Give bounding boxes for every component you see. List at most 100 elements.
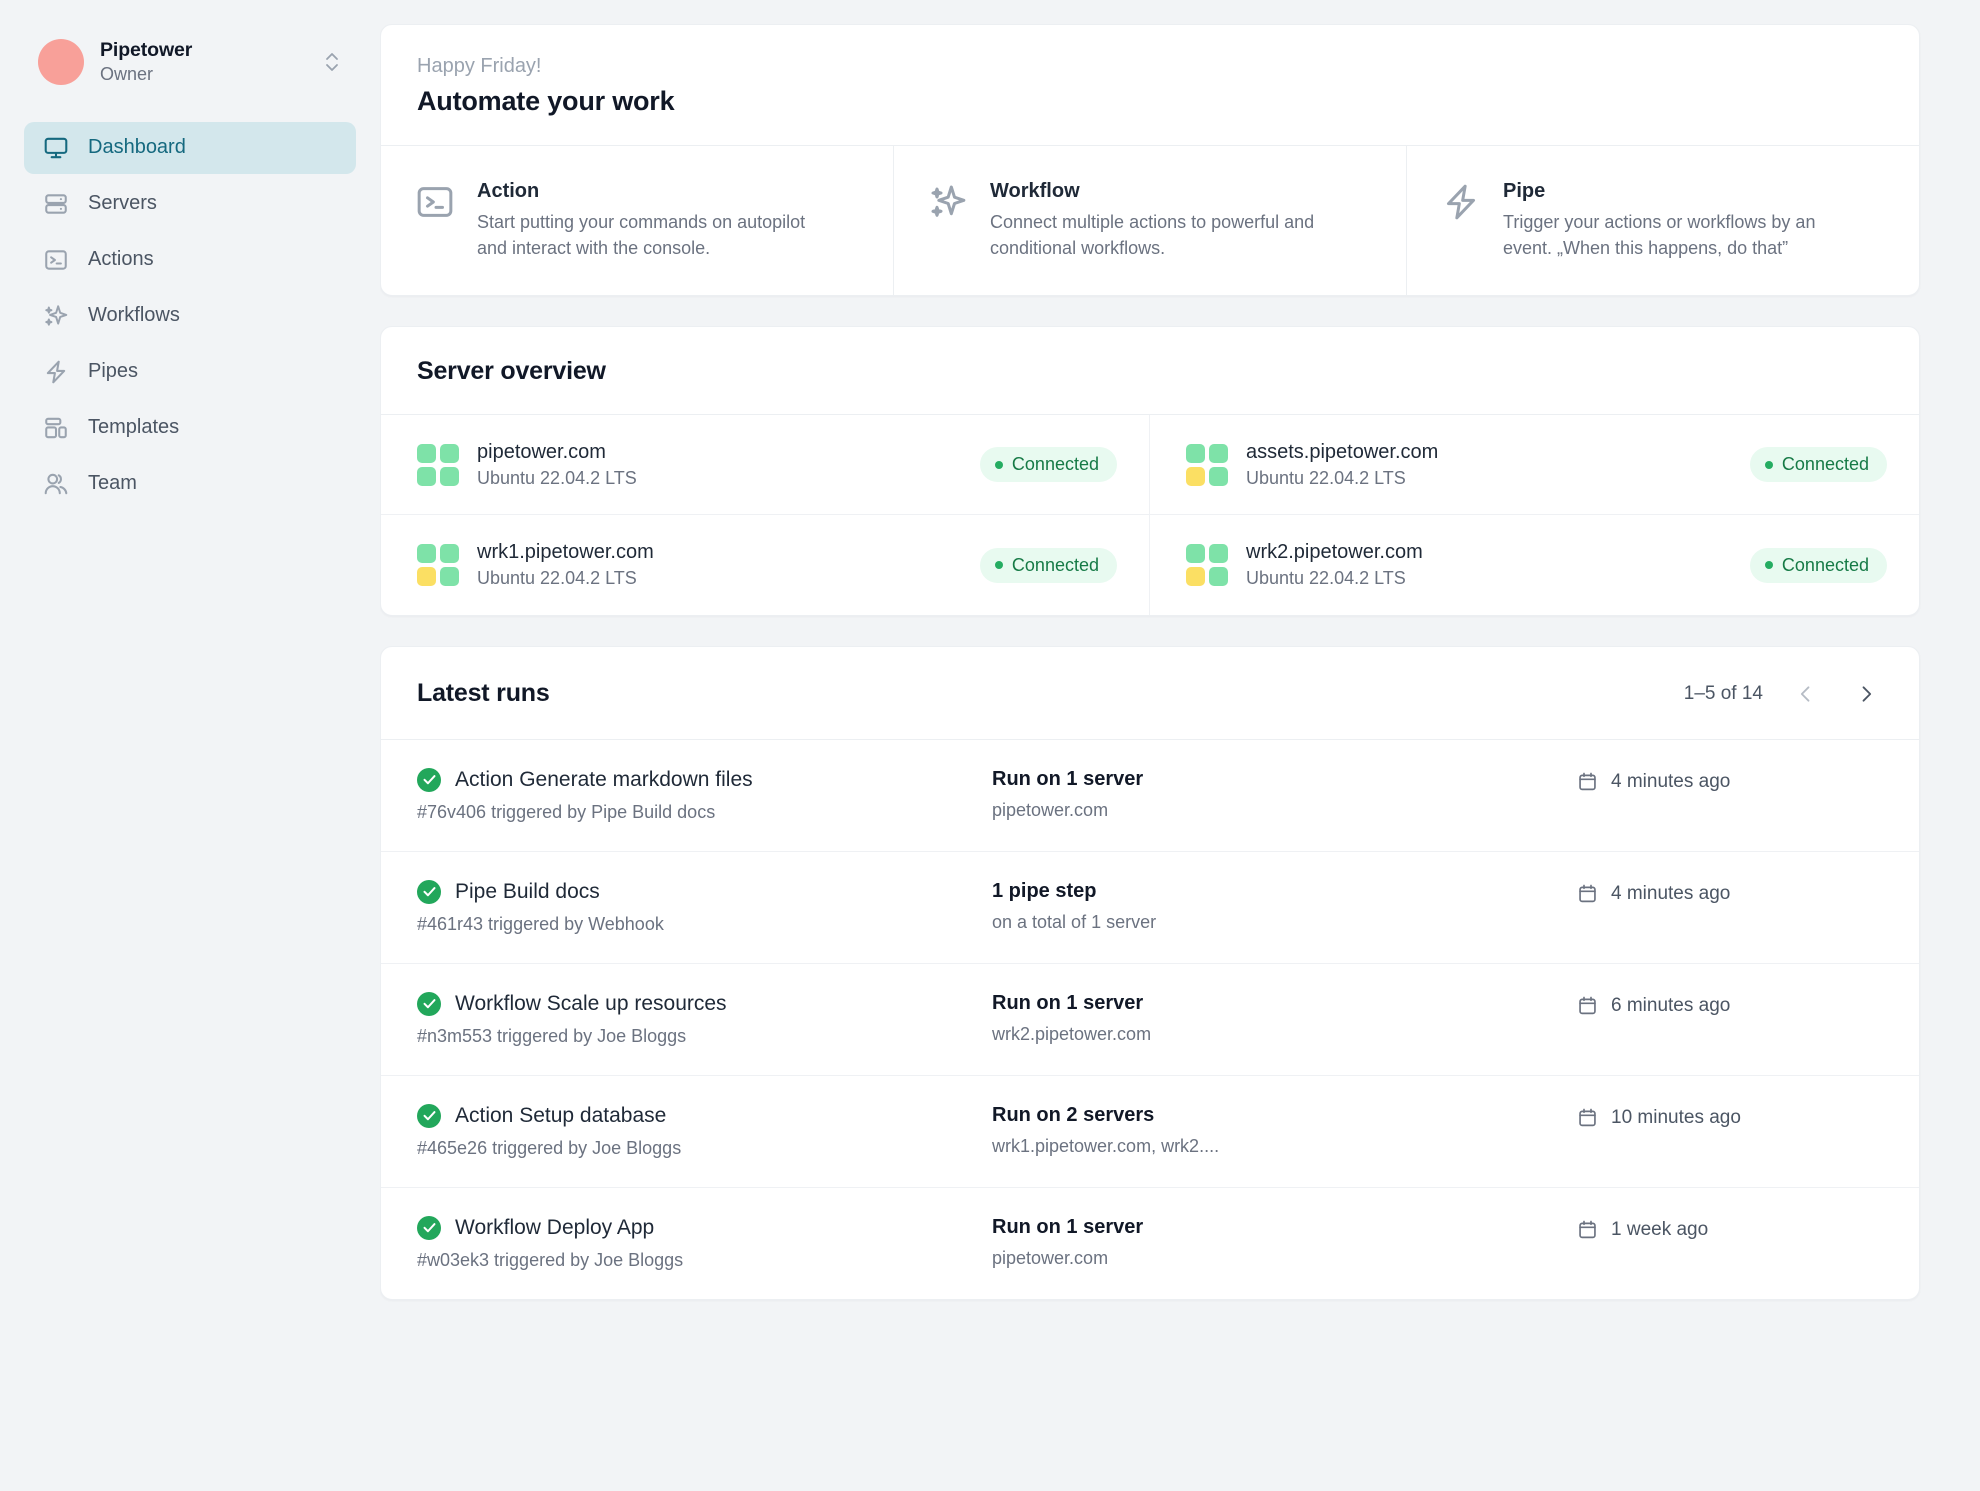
server-tiles-icon bbox=[1186, 544, 1228, 587]
run-time: 1 week ago bbox=[1577, 1216, 1883, 1241]
status-dot-icon bbox=[1764, 460, 1773, 469]
run-target: Run on 1 server pipetower.com bbox=[992, 1216, 1577, 1269]
run-target: 1 pipe step on a total of 1 server bbox=[992, 880, 1577, 933]
server-icon bbox=[42, 190, 70, 218]
run-time: 10 minutes ago bbox=[1577, 1104, 1883, 1129]
latest-runs-card: Latest runs 1–5 of 14 Action Generate ma… bbox=[380, 645, 1920, 1300]
sidebar-item-servers[interactable]: Servers bbox=[24, 178, 356, 230]
sidebar-item-pipes[interactable]: Pipes bbox=[24, 346, 356, 398]
check-circle-icon bbox=[417, 879, 441, 904]
run-main: Pipe Build docs #461r43 triggered by Web… bbox=[417, 879, 992, 935]
run-target-subtitle: wrk2.pipetower.com bbox=[992, 1023, 1152, 1044]
run-main: Workflow Deploy App #w03ek3 triggered by… bbox=[417, 1215, 992, 1271]
page-title: Automate your work bbox=[417, 86, 675, 116]
status-dot-icon bbox=[994, 561, 1003, 570]
greeting-section: Happy Friday! Automate your work bbox=[381, 25, 1919, 145]
feature-card-pipe[interactable]: Pipe Trigger your actions or workflows b… bbox=[1406, 146, 1919, 296]
server-row[interactable]: assets.pipetower.com Ubuntu 22.04.2 LTS … bbox=[1150, 415, 1919, 516]
sidebar-item-workflows[interactable]: Workflows bbox=[24, 290, 356, 342]
avatar bbox=[38, 38, 84, 85]
server-name: pipetower.com bbox=[477, 441, 606, 464]
sidebar-item-label: Actions bbox=[88, 248, 154, 271]
sparkles-icon bbox=[928, 180, 968, 261]
run-target: Run on 1 server pipetower.com bbox=[992, 768, 1577, 821]
terminal-icon bbox=[415, 180, 455, 261]
server-list: pipetower.com Ubuntu 22.04.2 LTS Connect… bbox=[381, 414, 1919, 615]
feature-description: Connect multiple actions to powerful and… bbox=[990, 212, 1315, 258]
run-target: Run on 1 server wrk2.pipetower.com bbox=[992, 992, 1577, 1045]
check-circle-icon bbox=[417, 1103, 441, 1128]
server-os: Ubuntu 22.04.2 LTS bbox=[1246, 568, 1406, 589]
server-name: wrk1.pipetower.com bbox=[477, 541, 654, 564]
runs-list: Action Generate markdown files #76v406 t… bbox=[381, 738, 1919, 1299]
feature-description: Start putting your commands on autopilot… bbox=[477, 212, 806, 258]
server-row[interactable]: wrk2.pipetower.com Ubuntu 22.04.2 LTS Co… bbox=[1150, 515, 1919, 614]
table-row[interactable]: Action Setup database #465e26 triggered … bbox=[381, 1076, 1919, 1188]
bolt-icon bbox=[42, 358, 70, 386]
run-target-title: 1 pipe step bbox=[992, 879, 1097, 902]
latest-runs-header: Latest runs 1–5 of 14 bbox=[381, 647, 1919, 739]
status-badge: Connected bbox=[1749, 547, 1887, 583]
run-target-title: Run on 2 servers bbox=[992, 1103, 1155, 1126]
status-label: Connected bbox=[1781, 454, 1869, 475]
run-time: 4 minutes ago bbox=[1577, 768, 1883, 793]
chevron-left-icon[interactable] bbox=[1789, 677, 1823, 711]
feature-title: Pipe bbox=[1503, 180, 1546, 202]
run-time-label: 1 week ago bbox=[1611, 1218, 1709, 1240]
chevron-right-icon[interactable] bbox=[1849, 677, 1883, 711]
server-text: wrk1.pipetower.com Ubuntu 22.04.2 LTS bbox=[477, 539, 962, 590]
calendar-icon bbox=[1577, 1219, 1599, 1240]
feature-description: Trigger your actions or workflows by an … bbox=[1503, 212, 1816, 258]
server-os: Ubuntu 22.04.2 LTS bbox=[477, 568, 637, 589]
status-dot-icon bbox=[1764, 561, 1773, 570]
chevron-up-down-icon[interactable] bbox=[322, 47, 342, 77]
run-title: Workflow Scale up resources bbox=[455, 991, 727, 1015]
server-overview-header: Server overview bbox=[381, 327, 1919, 414]
feature-text: Workflow Connect multiple actions to pow… bbox=[990, 180, 1330, 261]
sidebar-item-actions[interactable]: Actions bbox=[24, 234, 356, 286]
run-subtitle: #461r43 triggered by Webhook bbox=[417, 913, 664, 934]
calendar-icon bbox=[1577, 1107, 1599, 1128]
run-title-line: Action Generate markdown files bbox=[417, 767, 992, 792]
status-label: Connected bbox=[1011, 454, 1099, 475]
feature-card-workflow[interactable]: Workflow Connect multiple actions to pow… bbox=[893, 146, 1406, 296]
feature-title: Workflow bbox=[990, 180, 1080, 202]
sidebar-item-team[interactable]: Team bbox=[24, 458, 356, 510]
table-row[interactable]: Workflow Deploy App #w03ek3 triggered by… bbox=[381, 1188, 1919, 1299]
run-target-title: Run on 1 server bbox=[992, 767, 1144, 790]
sidebar-item-label: Team bbox=[88, 472, 137, 495]
server-text: pipetower.com Ubuntu 22.04.2 LTS bbox=[477, 439, 962, 490]
server-tiles-icon bbox=[417, 443, 459, 486]
check-circle-icon bbox=[417, 991, 441, 1016]
run-target-subtitle: pipetower.com bbox=[992, 1247, 1109, 1268]
run-title: Action Setup database bbox=[455, 1103, 667, 1127]
sidebar-item-templates[interactable]: Templates bbox=[24, 402, 356, 454]
org-switcher[interactable]: Pipetower Owner bbox=[24, 28, 356, 96]
server-tiles-icon bbox=[417, 544, 459, 587]
users-icon bbox=[42, 470, 70, 498]
run-title-line: Workflow Deploy App bbox=[417, 1215, 992, 1240]
run-time-label: 10 minutes ago bbox=[1611, 1106, 1741, 1128]
server-os: Ubuntu 22.04.2 LTS bbox=[1246, 468, 1406, 489]
server-row[interactable]: pipetower.com Ubuntu 22.04.2 LTS Connect… bbox=[381, 415, 1150, 516]
sidebar-item-dashboard[interactable]: Dashboard bbox=[24, 121, 356, 174]
pagination: 1–5 of 14 bbox=[1684, 677, 1883, 711]
monitor-icon bbox=[42, 134, 70, 162]
status-label: Connected bbox=[1781, 554, 1869, 575]
run-subtitle: #465e26 triggered by Joe Bloggs bbox=[417, 1137, 682, 1158]
table-row[interactable]: Action Generate markdown files #76v406 t… bbox=[381, 740, 1919, 852]
main-content: Happy Friday! Automate your work Action bbox=[380, 0, 1980, 1491]
run-target-title: Run on 1 server bbox=[992, 1215, 1144, 1238]
feature-text: Pipe Trigger your actions or workflows b… bbox=[1503, 180, 1843, 261]
org-role: Owner bbox=[100, 64, 154, 85]
greeting-subtitle: Happy Friday! bbox=[417, 55, 542, 77]
server-text: wrk2.pipetower.com Ubuntu 22.04.2 LTS bbox=[1246, 539, 1732, 590]
server-overview-card: Server overview pipetower.com Ubuntu 22.… bbox=[380, 326, 1920, 616]
status-badge: Connected bbox=[979, 447, 1117, 483]
table-row[interactable]: Workflow Scale up resources #n3m553 trig… bbox=[381, 964, 1919, 1076]
server-row[interactable]: wrk1.pipetower.com Ubuntu 22.04.2 LTS Co… bbox=[381, 515, 1150, 615]
server-name: wrk2.pipetower.com bbox=[1246, 541, 1423, 564]
feature-card-action[interactable]: Action Start putting your commands on au… bbox=[381, 146, 893, 295]
table-row[interactable]: Pipe Build docs #461r43 triggered by Web… bbox=[381, 852, 1919, 964]
run-title-line: Action Setup database bbox=[417, 1103, 992, 1128]
